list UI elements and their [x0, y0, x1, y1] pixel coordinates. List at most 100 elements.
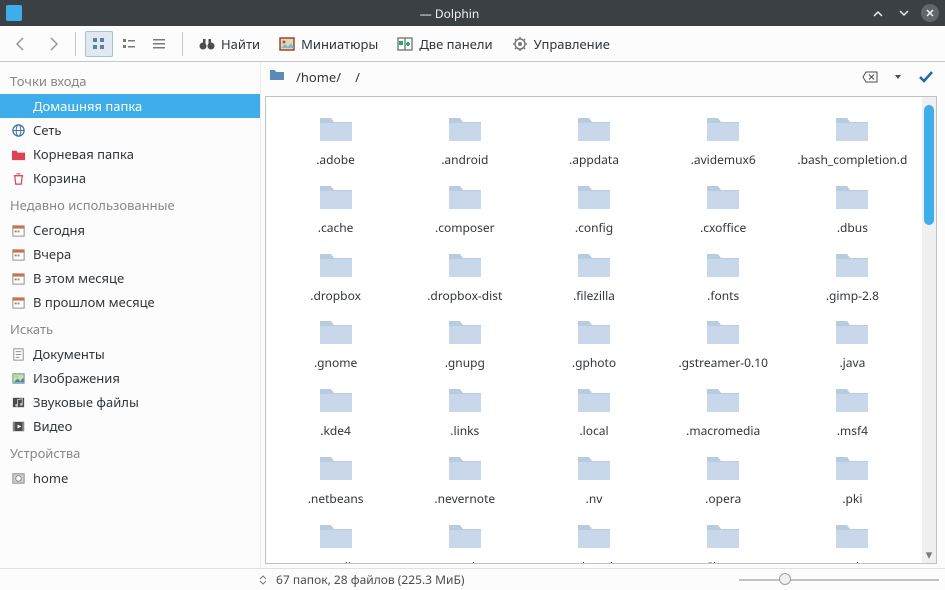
file-label: .cache	[318, 221, 354, 235]
file-grid[interactable]: .adobe .android .appdata.avidemux6.bash_co…	[266, 97, 922, 563]
drive-icon	[10, 470, 26, 486]
details-view-button[interactable]	[145, 31, 173, 57]
file-label: .android	[441, 153, 488, 167]
breadcrumb[interactable]: /home/ /	[291, 66, 853, 88]
file-item[interactable]: .kde4	[272, 378, 399, 442]
location-dropdown-button[interactable]	[887, 66, 909, 88]
forward-button[interactable]	[40, 31, 66, 57]
file-label: .noedit	[316, 560, 355, 563]
compact-view-button[interactable]	[115, 31, 143, 57]
file-item[interactable]: .gstreamer-0.10	[660, 310, 787, 374]
file-item[interactable]: .netbeans	[272, 446, 399, 510]
folder-icon	[316, 314, 356, 352]
recent-item-Сегодня[interactable]: Сегодня	[0, 218, 260, 242]
statusbar: 67 папок, 28 файлов (225.3 МиБ)	[0, 568, 945, 590]
file-item[interactable]: .composer	[401, 175, 528, 239]
file-label: .macromedia	[686, 424, 760, 438]
path-segment[interactable]: /home/	[291, 66, 346, 88]
file-item[interactable]: .filezilla	[530, 243, 657, 307]
folder-icon	[574, 111, 614, 149]
file-item[interactable]: .gphoto	[530, 310, 657, 374]
sidebar-item-label: Вчера	[33, 245, 71, 263]
minimize-button[interactable]	[869, 4, 887, 22]
file-label: .ranktracker	[560, 560, 628, 563]
file-item[interactable]: .dbus	[789, 175, 916, 239]
search-item-Изображения[interactable]: Изображения	[0, 366, 260, 390]
file-item[interactable]: .local	[530, 378, 657, 442]
file-item[interactable]: .config	[530, 175, 657, 239]
file-item[interactable]: .gnome	[272, 310, 399, 374]
sidebar-item-label: Домашняя папка	[33, 97, 142, 115]
scroll-down-button[interactable]: ▾	[922, 547, 936, 561]
file-item[interactable]: .gnupg	[401, 310, 528, 374]
vertical-scrollbar[interactable]: ▴ ▾	[922, 97, 936, 563]
places-item-Корневая папка[interactable]: Корневая папка	[0, 142, 260, 166]
file-label: .dropbox	[310, 289, 361, 303]
file-item[interactable]: .links	[401, 378, 528, 442]
file-item[interactable]: .msf4	[789, 378, 916, 442]
recent-item-В этом месяце[interactable]: В этом месяце	[0, 266, 260, 290]
path-segment[interactable]: /	[350, 66, 365, 88]
calendar-icon	[10, 246, 26, 262]
file-label: .opera	[705, 492, 741, 506]
zoom-handle[interactable]	[779, 573, 791, 585]
maximize-button[interactable]	[895, 4, 913, 22]
places-item-Домашняя папка[interactable]: Домашняя папка	[0, 94, 260, 118]
clear-location-button[interactable]	[859, 66, 881, 88]
devices-heading: Устройства	[0, 438, 260, 466]
folder-icon	[574, 247, 614, 285]
close-button[interactable]	[921, 4, 939, 22]
file-item[interactable]: .android	[401, 107, 528, 171]
folder-icon	[316, 518, 356, 556]
folder-icon	[316, 247, 356, 285]
places-item-Сеть[interactable]: Сеть	[0, 118, 260, 142]
panel-resize-handle[interactable]	[256, 573, 270, 587]
search-item-Звуковые файлы[interactable]: Звуковые файлы	[0, 390, 260, 414]
places-item-Корзина[interactable]: Корзина	[0, 166, 260, 190]
folder-icon	[574, 314, 614, 352]
file-item[interactable]: .bash_completion.d	[789, 107, 916, 171]
file-label: .msf4	[837, 424, 868, 438]
recent-item-В прошлом месяце[interactable]: В прошлом месяце	[0, 290, 260, 314]
file-item[interactable]: .java	[789, 310, 916, 374]
file-item[interactable]: .adobe	[272, 107, 399, 171]
file-item[interactable]: .nevernote	[401, 446, 528, 510]
file-item[interactable]: .appdata	[530, 107, 657, 171]
file-item[interactable]: .ranktracker	[530, 514, 657, 563]
file-item[interactable]: .cxoffice	[660, 175, 787, 239]
accept-location-button[interactable]	[915, 66, 937, 88]
file-item[interactable]: .noedit	[272, 514, 399, 563]
file-item[interactable]: .cache	[272, 175, 399, 239]
file-item[interactable]: .avidemux6	[660, 107, 787, 171]
sidebar-item-label: Корневая папка	[33, 145, 134, 163]
calendar-icon	[10, 222, 26, 238]
folder-icon	[445, 179, 485, 217]
file-item[interactable]: .nvrit	[401, 514, 528, 563]
search-item-Видео[interactable]: Видео	[0, 414, 260, 438]
file-item[interactable]: .ssh	[789, 514, 916, 563]
file-item[interactable]: .macromedia	[660, 378, 787, 442]
file-item[interactable]: Skvne	[660, 514, 787, 563]
file-label: .gimp-2.8	[826, 289, 879, 303]
file-item[interactable]: .dropbox-dist	[401, 243, 528, 307]
back-button[interactable]	[8, 31, 34, 57]
file-item[interactable]: .fonts	[660, 243, 787, 307]
control-button[interactable]: Управление	[505, 31, 616, 57]
folder-icon	[703, 450, 743, 488]
file-label: .links	[450, 424, 479, 438]
file-item[interactable]: .pki	[789, 446, 916, 510]
file-item[interactable]: .dropbox	[272, 243, 399, 307]
file-item[interactable]: .nv	[530, 446, 657, 510]
zoom-slider[interactable]	[739, 577, 939, 583]
devices-item-home[interactable]: home	[0, 466, 260, 490]
find-button[interactable]: Найти	[192, 31, 266, 57]
scrollbar-thumb[interactable]	[924, 105, 934, 225]
search-item-Документы[interactable]: Документы	[0, 342, 260, 366]
recent-item-Вчера[interactable]: Вчера	[0, 242, 260, 266]
thumbnails-button[interactable]: Миниатюры	[272, 31, 384, 57]
file-item[interactable]: .opera	[660, 446, 787, 510]
icons-view-button[interactable]	[85, 31, 113, 57]
file-item[interactable]: .gimp-2.8	[789, 243, 916, 307]
file-label: .nvrit	[450, 560, 479, 563]
split-button[interactable]: Две панели	[390, 31, 498, 57]
